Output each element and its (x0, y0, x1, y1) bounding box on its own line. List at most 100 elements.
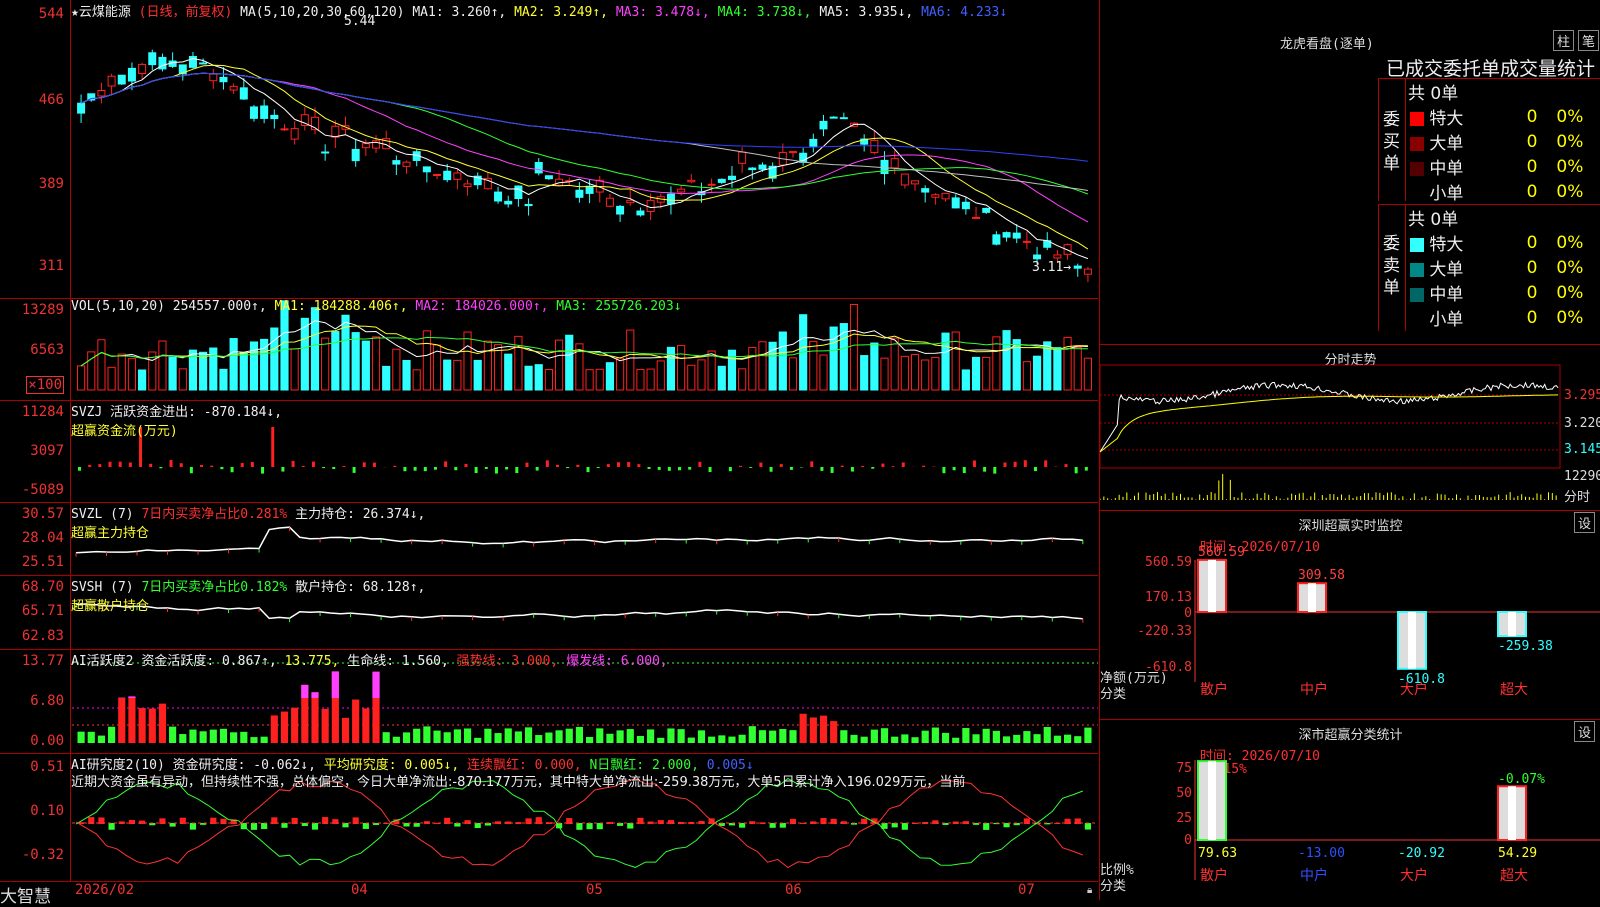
kline-panel[interactable]: 544 466 389 311 ★云煤能源 (日线，前复权) MA(5,10,2… (0, 0, 1098, 299)
ai-research-panel[interactable]: 0.51 0.10 -0.32 AI研究度2(10) 资金研究度: -0.062… (0, 753, 1098, 882)
svsh-panel[interactable]: 68.70 65.71 62.83 SVSH (7) 7日内买卖净占比0.182… (0, 575, 1098, 650)
table-row: 特大00% (1406, 230, 1587, 255)
candlestick-chart[interactable] (0, 0, 1098, 298)
candle (210, 74, 217, 81)
candle (332, 126, 339, 137)
flow-bar (861, 466, 864, 467)
candle (128, 68, 135, 81)
flow-bar (820, 467, 823, 471)
volume-bar (667, 347, 674, 390)
kline-header: ★云煤能源 (日线，前复权) MA(5,10,20,30,60,120) MA1… (71, 1, 1007, 20)
candle (149, 53, 156, 65)
dragon-title: 龙虎看盘(逐单) (1280, 33, 1374, 52)
activity-bar (383, 732, 390, 743)
flow-bar (1044, 460, 1047, 467)
tick-view-button[interactable]: 笔 (1578, 30, 1599, 51)
bar-axis-tick: 75 (1176, 761, 1192, 776)
candle (271, 115, 278, 118)
period-mode[interactable]: (日线，前复权) (139, 5, 233, 20)
activity-bar (779, 729, 786, 743)
activity-bar (728, 737, 735, 743)
volume-bar (118, 354, 125, 390)
volume-panel[interactable]: 13289 6563 ×100 VOL(5,10,20) 254557.000↑… (0, 298, 1098, 401)
svzj-panel[interactable]: 11284 3097 -5089 SVZJ 活跃资金进出: -870.184↓,… (0, 400, 1098, 503)
candle (98, 90, 105, 95)
activity-bar (637, 736, 644, 743)
row-pct: 0% (1541, 305, 1587, 330)
candle (901, 174, 908, 185)
xaxis-label: 05 (586, 882, 603, 898)
row-pct: 0% (1541, 255, 1587, 280)
activity-bar (617, 730, 624, 743)
research-bar (475, 823, 481, 828)
flow-bar (800, 467, 803, 468)
intraday-price-tick: 3.220 (1564, 416, 1600, 431)
candle (373, 141, 380, 148)
row-pct: 0% (1541, 280, 1587, 305)
order-stats-tab[interactable]: 已成交委托单成交量统计 (1386, 54, 1595, 81)
volume-bar (240, 353, 247, 390)
flow-bar (546, 460, 549, 467)
activity-bar (210, 730, 217, 743)
low-marker: 3.11→ (1032, 260, 1071, 275)
research-bar (261, 823, 267, 829)
activity-bar-peak (372, 672, 379, 698)
research-bar (170, 823, 176, 827)
candle (393, 161, 400, 164)
activity-bar (393, 737, 400, 743)
volume-bar (311, 308, 318, 390)
activity-bar (627, 729, 634, 743)
volume-bar (779, 332, 786, 390)
row-name: 特大 (1429, 109, 1463, 129)
intraday-chart[interactable] (1100, 345, 1600, 510)
activity-bar (983, 729, 990, 743)
candle (688, 180, 695, 181)
candle (728, 176, 735, 179)
ai-activity-panel[interactable]: 13.77 6.80 0.00 AI活跃度2 资金活跃度: 0.867↑, 13… (0, 649, 1098, 754)
activity-bar (942, 733, 949, 743)
flow-bar (1024, 460, 1027, 467)
flow-bar (637, 464, 640, 467)
flow-bar (841, 466, 844, 467)
flow-bar (587, 467, 590, 472)
volume-bar (545, 369, 552, 390)
row-name: 大单 (1429, 260, 1463, 280)
candle (464, 184, 471, 187)
bar-value-label: -13.00 (1298, 846, 1345, 861)
activity-bar (891, 737, 898, 743)
lock-icon[interactable]: 🔒︎ (1087, 885, 1092, 896)
row-pct: 0% (1541, 104, 1587, 129)
flow-bar (739, 466, 742, 467)
flow-bar (556, 465, 559, 467)
candle (352, 149, 359, 160)
svzl-panel[interactable]: 30.57 28.04 25.51 SVZL (7) 7日内买卖净占比0.281… (0, 502, 1098, 576)
activity-bar (972, 734, 979, 743)
candle (1013, 233, 1020, 238)
row-pct: 0% (1541, 129, 1587, 154)
research-bar (414, 823, 420, 827)
ma-label[interactable]: MA(5,10,20,30,60,120) (240, 5, 404, 20)
intraday-panel[interactable]: 分时走势 3.295 3.220 3.145 12290 分时 (1099, 345, 1600, 511)
activity-bar (606, 734, 613, 743)
volume-bar (535, 365, 542, 390)
row-val: 0 (1467, 154, 1541, 179)
research-bar (312, 823, 318, 830)
vol-ma1: MA1: 184288.406↑, (275, 299, 408, 314)
column-view-button[interactable]: 柱 (1553, 30, 1574, 51)
bar-category-label: 超大 (1500, 868, 1528, 884)
flow-bar (576, 465, 579, 467)
flow-bar (617, 462, 620, 467)
buy-label: 委买单 (1383, 109, 1401, 175)
candle (1034, 255, 1041, 259)
flow-bar (1085, 467, 1088, 471)
flow-bar (302, 466, 305, 467)
stock-title[interactable]: ★云煤能源 (71, 5, 131, 20)
table-row: 小单00% (1406, 179, 1587, 204)
activity-bar (1064, 735, 1071, 743)
bar-axis-tick: 170.13 (1145, 590, 1192, 605)
ai2-d: N日飘红: 2.000, (589, 758, 698, 773)
flow-bar (241, 463, 244, 467)
volume-bar (179, 369, 186, 390)
candle (789, 152, 796, 153)
activity-bar (403, 732, 410, 743)
